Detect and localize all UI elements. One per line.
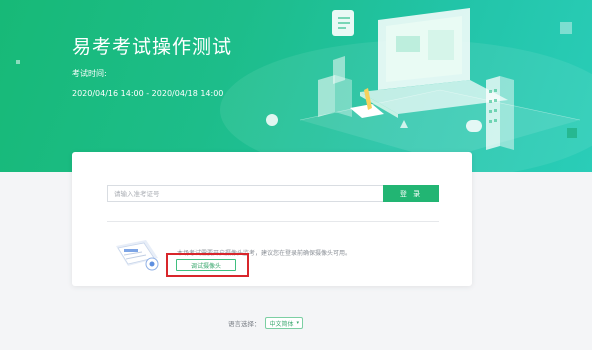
- divider: [107, 221, 439, 222]
- language-selected-value: 中文简体: [269, 320, 294, 328]
- login-button[interactable]: 登 录: [383, 185, 439, 202]
- language-selector: 语言选择： 中文简体 ▾: [228, 317, 304, 329]
- camera-check-icon: [116, 240, 159, 271]
- language-dropdown[interactable]: 中文简体 ▾: [264, 317, 304, 329]
- chevron-down-icon: ▾: [296, 320, 300, 326]
- exam-time-range: 2020/04/16 14:00 - 2020/04/18 14:00: [72, 89, 224, 98]
- language-label: 语言选择：: [228, 320, 261, 328]
- header-banner: 易考考试操作测试 考试时间: 2020/04/16 14:00 - 2020/0…: [0, 0, 592, 172]
- banner-illustration: [16, 8, 592, 172]
- exam-time-label: 考试时间:: [72, 69, 107, 78]
- highlight-box: [166, 253, 249, 277]
- login-card: 登 录 本场考试需要开启摄像头监考，建议您在登录前确保摄像头可用。 调试摄像头: [72, 152, 472, 286]
- exam-title: 易考考试操作测试: [72, 36, 233, 58]
- admission-ticket-input[interactable]: [107, 185, 383, 202]
